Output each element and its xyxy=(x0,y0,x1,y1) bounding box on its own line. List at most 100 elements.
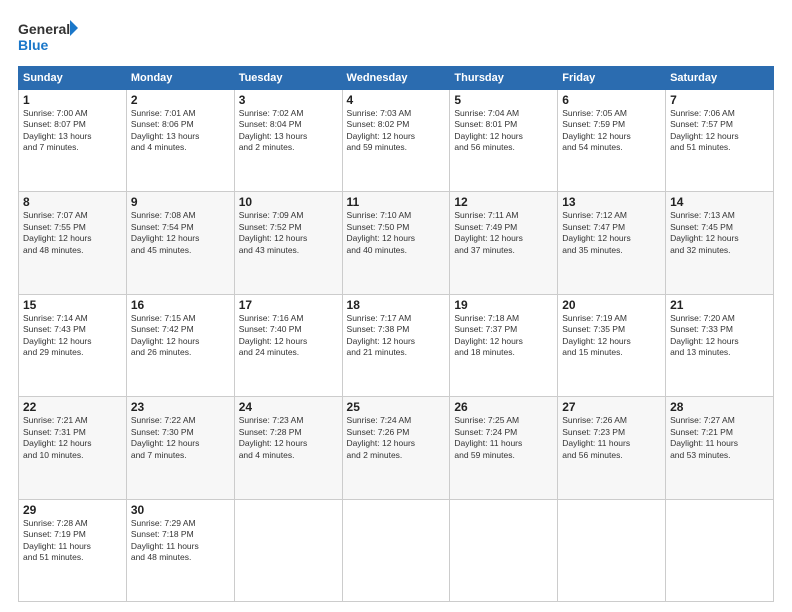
day-info: Sunrise: 7:14 AMSunset: 7:43 PMDaylight:… xyxy=(23,313,122,359)
day-info: Sunrise: 7:29 AMSunset: 7:18 PMDaylight:… xyxy=(131,518,230,564)
day-number: 5 xyxy=(454,93,553,107)
day-info: Sunrise: 7:27 AMSunset: 7:21 PMDaylight:… xyxy=(670,415,769,461)
day-info: Sunrise: 7:18 AMSunset: 7:37 PMDaylight:… xyxy=(454,313,553,359)
day-number: 7 xyxy=(670,93,769,107)
calendar-week-row: 15Sunrise: 7:14 AMSunset: 7:43 PMDayligh… xyxy=(19,294,774,396)
logo-svg: General Blue xyxy=(18,18,78,56)
day-number: 25 xyxy=(347,400,446,414)
calendar-cell: 16Sunrise: 7:15 AMSunset: 7:42 PMDayligh… xyxy=(126,294,234,396)
day-info: Sunrise: 7:00 AMSunset: 8:07 PMDaylight:… xyxy=(23,108,122,154)
day-info: Sunrise: 7:01 AMSunset: 8:06 PMDaylight:… xyxy=(131,108,230,154)
calendar-cell: 29Sunrise: 7:28 AMSunset: 7:19 PMDayligh… xyxy=(19,499,127,601)
day-number: 9 xyxy=(131,195,230,209)
day-number: 8 xyxy=(23,195,122,209)
calendar-cell: 19Sunrise: 7:18 AMSunset: 7:37 PMDayligh… xyxy=(450,294,558,396)
day-number: 3 xyxy=(239,93,338,107)
header: General Blue xyxy=(18,18,774,56)
calendar-cell: 5Sunrise: 7:04 AMSunset: 8:01 PMDaylight… xyxy=(450,90,558,192)
day-info: Sunrise: 7:08 AMSunset: 7:54 PMDaylight:… xyxy=(131,210,230,256)
calendar-cell: 21Sunrise: 7:20 AMSunset: 7:33 PMDayligh… xyxy=(666,294,774,396)
calendar-cell: 27Sunrise: 7:26 AMSunset: 7:23 PMDayligh… xyxy=(558,397,666,499)
day-info: Sunrise: 7:10 AMSunset: 7:50 PMDaylight:… xyxy=(347,210,446,256)
weekday-header-wednesday: Wednesday xyxy=(342,67,450,90)
day-number: 30 xyxy=(131,503,230,517)
calendar-cell: 12Sunrise: 7:11 AMSunset: 7:49 PMDayligh… xyxy=(450,192,558,294)
day-info: Sunrise: 7:07 AMSunset: 7:55 PMDaylight:… xyxy=(23,210,122,256)
calendar-cell: 20Sunrise: 7:19 AMSunset: 7:35 PMDayligh… xyxy=(558,294,666,396)
day-number: 29 xyxy=(23,503,122,517)
day-info: Sunrise: 7:22 AMSunset: 7:30 PMDaylight:… xyxy=(131,415,230,461)
calendar-cell: 8Sunrise: 7:07 AMSunset: 7:55 PMDaylight… xyxy=(19,192,127,294)
calendar-cell: 28Sunrise: 7:27 AMSunset: 7:21 PMDayligh… xyxy=(666,397,774,499)
calendar-week-row: 1Sunrise: 7:00 AMSunset: 8:07 PMDaylight… xyxy=(19,90,774,192)
day-number: 4 xyxy=(347,93,446,107)
day-info: Sunrise: 7:17 AMSunset: 7:38 PMDaylight:… xyxy=(347,313,446,359)
day-number: 6 xyxy=(562,93,661,107)
day-info: Sunrise: 7:11 AMSunset: 7:49 PMDaylight:… xyxy=(454,210,553,256)
day-number: 15 xyxy=(23,298,122,312)
day-number: 1 xyxy=(23,93,122,107)
calendar: SundayMondayTuesdayWednesdayThursdayFrid… xyxy=(18,66,774,602)
day-info: Sunrise: 7:26 AMSunset: 7:23 PMDaylight:… xyxy=(562,415,661,461)
calendar-cell: 6Sunrise: 7:05 AMSunset: 7:59 PMDaylight… xyxy=(558,90,666,192)
day-number: 13 xyxy=(562,195,661,209)
day-info: Sunrise: 7:04 AMSunset: 8:01 PMDaylight:… xyxy=(454,108,553,154)
day-number: 12 xyxy=(454,195,553,209)
day-info: Sunrise: 7:24 AMSunset: 7:26 PMDaylight:… xyxy=(347,415,446,461)
day-info: Sunrise: 7:13 AMSunset: 7:45 PMDaylight:… xyxy=(670,210,769,256)
day-number: 16 xyxy=(131,298,230,312)
calendar-cell: 10Sunrise: 7:09 AMSunset: 7:52 PMDayligh… xyxy=(234,192,342,294)
day-number: 10 xyxy=(239,195,338,209)
calendar-cell: 17Sunrise: 7:16 AMSunset: 7:40 PMDayligh… xyxy=(234,294,342,396)
day-number: 14 xyxy=(670,195,769,209)
day-number: 24 xyxy=(239,400,338,414)
calendar-cell xyxy=(342,499,450,601)
day-info: Sunrise: 7:28 AMSunset: 7:19 PMDaylight:… xyxy=(23,518,122,564)
day-info: Sunrise: 7:19 AMSunset: 7:35 PMDaylight:… xyxy=(562,313,661,359)
day-number: 17 xyxy=(239,298,338,312)
calendar-cell: 2Sunrise: 7:01 AMSunset: 8:06 PMDaylight… xyxy=(126,90,234,192)
calendar-cell: 15Sunrise: 7:14 AMSunset: 7:43 PMDayligh… xyxy=(19,294,127,396)
day-number: 23 xyxy=(131,400,230,414)
weekday-header-friday: Friday xyxy=(558,67,666,90)
day-info: Sunrise: 7:12 AMSunset: 7:47 PMDaylight:… xyxy=(562,210,661,256)
weekday-header-monday: Monday xyxy=(126,67,234,90)
calendar-cell: 26Sunrise: 7:25 AMSunset: 7:24 PMDayligh… xyxy=(450,397,558,499)
calendar-cell: 18Sunrise: 7:17 AMSunset: 7:38 PMDayligh… xyxy=(342,294,450,396)
day-info: Sunrise: 7:05 AMSunset: 7:59 PMDaylight:… xyxy=(562,108,661,154)
day-number: 20 xyxy=(562,298,661,312)
calendar-cell: 13Sunrise: 7:12 AMSunset: 7:47 PMDayligh… xyxy=(558,192,666,294)
calendar-cell: 14Sunrise: 7:13 AMSunset: 7:45 PMDayligh… xyxy=(666,192,774,294)
day-number: 22 xyxy=(23,400,122,414)
day-number: 2 xyxy=(131,93,230,107)
day-number: 27 xyxy=(562,400,661,414)
calendar-cell: 11Sunrise: 7:10 AMSunset: 7:50 PMDayligh… xyxy=(342,192,450,294)
calendar-week-row: 8Sunrise: 7:07 AMSunset: 7:55 PMDaylight… xyxy=(19,192,774,294)
day-info: Sunrise: 7:16 AMSunset: 7:40 PMDaylight:… xyxy=(239,313,338,359)
weekday-header-saturday: Saturday xyxy=(666,67,774,90)
day-info: Sunrise: 7:03 AMSunset: 8:02 PMDaylight:… xyxy=(347,108,446,154)
day-number: 19 xyxy=(454,298,553,312)
calendar-cell xyxy=(234,499,342,601)
day-info: Sunrise: 7:21 AMSunset: 7:31 PMDaylight:… xyxy=(23,415,122,461)
day-info: Sunrise: 7:02 AMSunset: 8:04 PMDaylight:… xyxy=(239,108,338,154)
day-info: Sunrise: 7:09 AMSunset: 7:52 PMDaylight:… xyxy=(239,210,338,256)
calendar-cell: 1Sunrise: 7:00 AMSunset: 8:07 PMDaylight… xyxy=(19,90,127,192)
weekday-header-tuesday: Tuesday xyxy=(234,67,342,90)
calendar-cell xyxy=(666,499,774,601)
day-number: 18 xyxy=(347,298,446,312)
weekday-header-row: SundayMondayTuesdayWednesdayThursdayFrid… xyxy=(19,67,774,90)
calendar-cell: 25Sunrise: 7:24 AMSunset: 7:26 PMDayligh… xyxy=(342,397,450,499)
day-info: Sunrise: 7:20 AMSunset: 7:33 PMDaylight:… xyxy=(670,313,769,359)
calendar-cell: 23Sunrise: 7:22 AMSunset: 7:30 PMDayligh… xyxy=(126,397,234,499)
day-info: Sunrise: 7:25 AMSunset: 7:24 PMDaylight:… xyxy=(454,415,553,461)
calendar-cell: 7Sunrise: 7:06 AMSunset: 7:57 PMDaylight… xyxy=(666,90,774,192)
calendar-cell: 9Sunrise: 7:08 AMSunset: 7:54 PMDaylight… xyxy=(126,192,234,294)
day-info: Sunrise: 7:06 AMSunset: 7:57 PMDaylight:… xyxy=(670,108,769,154)
day-info: Sunrise: 7:23 AMSunset: 7:28 PMDaylight:… xyxy=(239,415,338,461)
calendar-cell: 4Sunrise: 7:03 AMSunset: 8:02 PMDaylight… xyxy=(342,90,450,192)
day-number: 26 xyxy=(454,400,553,414)
calendar-cell xyxy=(558,499,666,601)
calendar-week-row: 29Sunrise: 7:28 AMSunset: 7:19 PMDayligh… xyxy=(19,499,774,601)
calendar-cell: 22Sunrise: 7:21 AMSunset: 7:31 PMDayligh… xyxy=(19,397,127,499)
